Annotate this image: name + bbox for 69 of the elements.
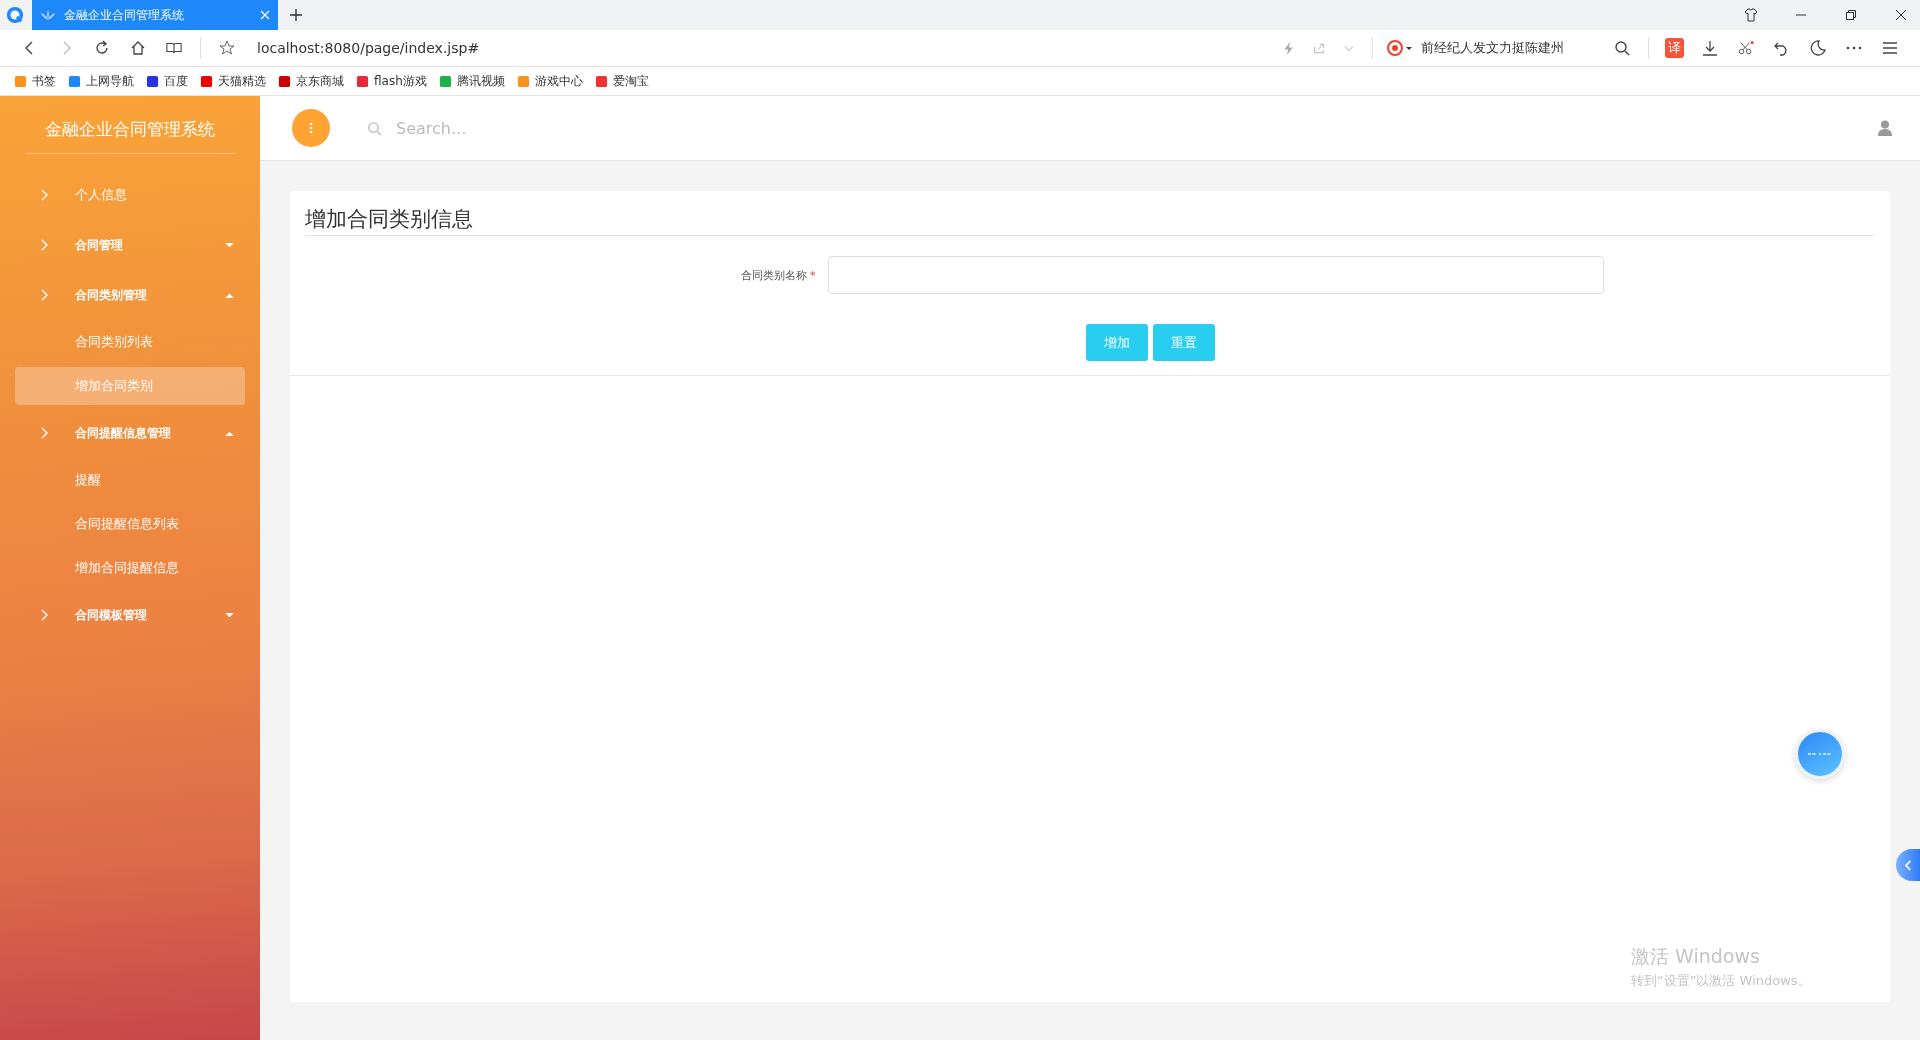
home-icon[interactable] <box>130 40 146 56</box>
star-icon[interactable] <box>219 40 235 56</box>
bookmark-icon <box>438 74 452 88</box>
bookmark-link[interactable]: 上网导航 <box>86 72 134 90</box>
sidebar-subitem[interactable]: 提醒 <box>15 461 245 499</box>
bookmark-link[interactable]: flash游戏 <box>374 72 427 90</box>
download-icon[interactable] <box>1702 40 1718 56</box>
sidebar-title: 金融企业合同管理系统 <box>44 118 216 141</box>
bookmark-icon <box>200 74 213 88</box>
close-icon[interactable] <box>1894 8 1908 22</box>
menu-icon[interactable] <box>1882 40 1898 56</box>
dash-icon <box>1808 752 1832 756</box>
user-icon[interactable] <box>1878 120 1892 136</box>
bookmark-icon <box>516 74 530 88</box>
sidebar-subitem[interactable]: 合同提醒信息列表 <box>15 505 245 543</box>
required-mark: * <box>810 268 816 282</box>
scissors-icon[interactable] <box>1738 40 1754 56</box>
input-field[interactable] <box>827 256 1604 294</box>
sidebar-item[interactable]: 个人信息 <box>0 170 260 220</box>
bookmark-link[interactable]: 京东商城 <box>296 72 344 90</box>
bookmark-link[interactable]: 书签 <box>32 72 56 90</box>
bookmark-icon <box>68 74 81 88</box>
search-suggestion[interactable]: 前经纪人发文力挺陈建州 <box>1421 39 1564 57</box>
moon-icon[interactable] <box>1810 40 1826 56</box>
bookmark-icon <box>14 74 27 88</box>
chevron-right-icon <box>41 427 49 439</box>
browser-logo-icon <box>6 6 24 24</box>
new-tab-icon[interactable] <box>290 9 302 21</box>
side-panel-tab[interactable] <box>1896 849 1920 881</box>
form-button[interactable]: 增加 <box>1085 324 1148 361</box>
chevron-right-icon <box>41 239 49 251</box>
bookmark-link[interactable]: 腾讯视频 <box>456 72 505 90</box>
activation-text: 转到“设置”以激活 Windows。 <box>1631 972 1811 990</box>
field-label: 合同类别名称 <box>741 267 807 283</box>
sidebar-item[interactable]: 合同提醒信息管理 <box>0 408 260 458</box>
sidebar-subitem[interactable]: 增加合同提醒信息 <box>15 549 245 587</box>
search-engine-icon[interactable] <box>1387 40 1413 56</box>
form-title: 增加合同类别信息 <box>305 205 1875 236</box>
url-field[interactable]: localhost:8080/page/index.jsp# <box>257 40 480 56</box>
browser-tab[interactable]: 金融企业合同管理系统 <box>32 0 278 30</box>
book-icon[interactable] <box>166 40 182 56</box>
reload-icon[interactable] <box>94 40 110 56</box>
chevron-right-icon <box>41 189 49 201</box>
tab-title: 金融企业合同管理系统 <box>64 6 185 24</box>
search-icon <box>367 120 382 136</box>
bookmark-icon <box>278 74 291 88</box>
bookmark-icon <box>146 74 159 88</box>
chevron-right-icon <box>41 289 49 301</box>
bookmark-icon <box>594 74 608 88</box>
bookmark-link[interactable]: 天猫精选 <box>218 72 266 90</box>
activation-title: 激活 Windows <box>1631 944 1761 969</box>
chevron-left-icon <box>1904 859 1912 871</box>
bookmark-link[interactable]: 爱淘宝 <box>612 72 649 90</box>
menu-toggle-button[interactable] <box>292 109 330 147</box>
search-icon[interactable] <box>1614 40 1630 56</box>
bookmark-link[interactable]: 游戏中心 <box>534 72 583 90</box>
sidebar-subitem[interactable]: 合同类别列表 <box>15 323 245 361</box>
bookmark-link[interactable]: 百度 <box>164 72 188 90</box>
sidebar-item[interactable]: 合同类别管理 <box>0 270 260 320</box>
form-button[interactable]: 重置 <box>1152 324 1215 361</box>
shirt-icon[interactable] <box>1744 8 1758 22</box>
sidebar-subitem[interactable]: 增加合同类别 <box>15 367 245 405</box>
sidebar-item[interactable]: 合同管理 <box>0 220 260 270</box>
more-icon <box>309 122 313 134</box>
restore-icon[interactable] <box>1844 8 1858 22</box>
chevron-right-icon <box>41 609 49 621</box>
sidebar-item[interactable]: 合同模板管理 <box>0 590 260 640</box>
translate-button[interactable]: 译 <box>1665 38 1684 58</box>
bookmark-icon <box>356 74 369 88</box>
